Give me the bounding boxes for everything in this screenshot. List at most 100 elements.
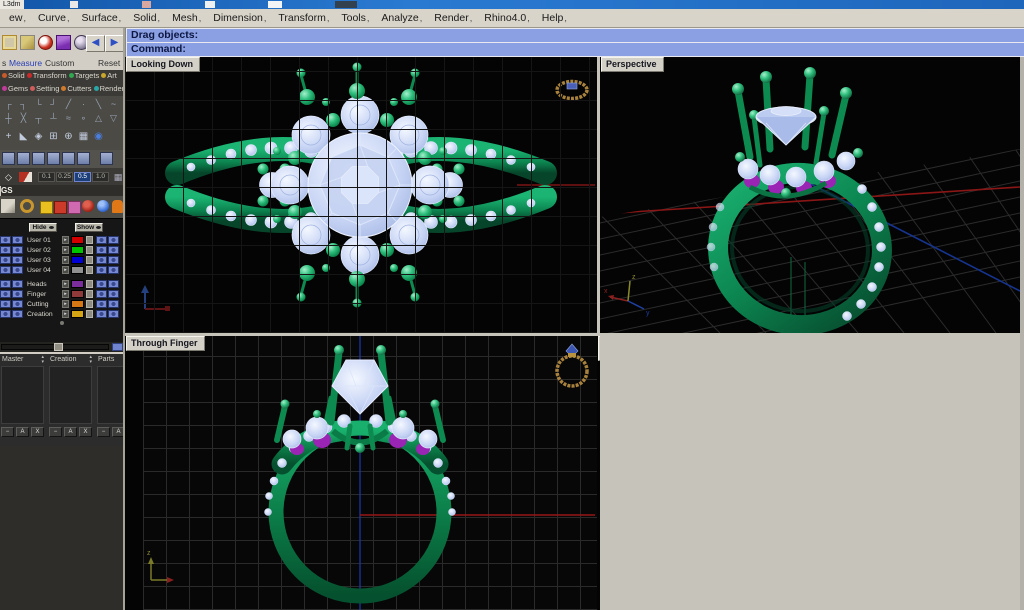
command-prompt[interactable]: Command: [127, 43, 1024, 56]
nudge-value-01[interactable]: 0.1 [38, 172, 55, 182]
viewport-tab-looking-down[interactable]: Looking Down [126, 57, 200, 72]
layer-expand-button[interactable]: ▸ [62, 236, 69, 244]
shelf-cutters[interactable]: Cutters [61, 84, 91, 93]
tool-icon[interactable]: · [77, 98, 90, 111]
tool-icon[interactable]: ┌ [2, 98, 15, 111]
menu-view[interactable]: ew [3, 12, 32, 24]
layer-toggle-button[interactable] [0, 290, 11, 298]
layer-lock-button[interactable] [86, 300, 93, 308]
gold-ring-tool-icon[interactable] [20, 199, 34, 213]
layer-row-user04[interactable]: User 04▸ [0, 266, 125, 275]
layer-color-swatch[interactable] [71, 246, 84, 254]
layer-toggle-button[interactable] [96, 300, 107, 308]
nudge-value-025[interactable]: 0.25 [56, 172, 73, 182]
tool-icon[interactable]: ╳ [17, 112, 30, 125]
layer-toggle-button[interactable] [0, 236, 11, 244]
layer-toggle-button[interactable] [0, 256, 11, 264]
globe-icon[interactable]: ◉ [92, 130, 105, 143]
layer-toggle-button[interactable] [96, 310, 107, 318]
shelf-solid[interactable]: Solid [2, 71, 25, 80]
forward-arrow-button[interactable]: ▶ [105, 35, 124, 52]
panel-list-box[interactable] [97, 366, 125, 424]
layer-lock-button[interactable] [86, 236, 93, 244]
tool-icon[interactable]: ┼ [2, 112, 15, 125]
gear-icon[interactable] [82, 200, 94, 212]
panel-minus-button[interactable]: − [49, 427, 62, 437]
menu-solid[interactable]: Solid [127, 12, 166, 24]
panel-x-button[interactable]: X [79, 427, 92, 437]
blue-sphere-icon[interactable] [97, 200, 109, 212]
figure-icon[interactable] [112, 200, 123, 213]
layer-toggle-button[interactable] [0, 310, 11, 318]
tab-fragment[interactable]: s [2, 58, 6, 68]
menu-analyze[interactable]: Analyze [375, 12, 428, 24]
tool-icon[interactable]: ╲ [92, 98, 105, 111]
layer-expand-button[interactable]: ▸ [62, 300, 69, 308]
window-tool-icon[interactable]: ⊞ [47, 130, 60, 143]
layer-row-user02[interactable]: User 02▸ [0, 246, 125, 255]
tool-icon[interactable]: ≈ [62, 112, 75, 125]
layer-toggle-button[interactable] [12, 256, 23, 264]
red-sphere-icon[interactable] [38, 35, 53, 50]
layer-color-swatch[interactable] [71, 236, 84, 244]
tool-icon[interactable]: ┘ [47, 98, 60, 111]
layer-toggle-button[interactable] [12, 236, 23, 244]
tab-measure[interactable]: Measure [9, 58, 42, 68]
menu-curve[interactable]: Curve [32, 12, 76, 24]
layer-expand-button[interactable]: ▸ [62, 310, 69, 318]
layer-color-swatch[interactable] [71, 310, 84, 318]
layer-toggle-button[interactable] [108, 300, 119, 308]
snap-button[interactable] [62, 152, 75, 165]
tool-icon[interactable]: ╱ [62, 98, 75, 111]
menu-mesh[interactable]: Mesh [166, 12, 207, 24]
tool-icon[interactable]: ┴ [47, 112, 60, 125]
purple-cube-icon[interactable] [56, 35, 71, 50]
panel-a-button[interactable]: A [16, 427, 29, 437]
layer-toggle-button[interactable] [12, 280, 23, 288]
layer-toggle-button[interactable] [12, 310, 23, 318]
menu-help[interactable]: Help [536, 12, 573, 24]
layer-toggle-button[interactable] [12, 246, 23, 254]
mirror-tool-icon[interactable]: ⊕ [62, 130, 75, 143]
viewport-perspective[interactable]: x y z Perspective [600, 57, 1020, 333]
red-tool-icon[interactable] [54, 201, 67, 214]
layer-lock-button[interactable] [86, 266, 93, 274]
yellow-tool-icon[interactable] [40, 201, 53, 214]
layer-lock-button[interactable] [86, 290, 93, 298]
layer-toggle-button[interactable] [96, 290, 107, 298]
layer-color-swatch[interactable] [71, 280, 84, 288]
menu-dimension[interactable]: Dimension [207, 12, 272, 24]
tool-icon[interactable]: ┐ [17, 98, 30, 111]
tab-custom[interactable]: Custom [45, 58, 74, 68]
shelf-art[interactable]: Art [101, 71, 117, 80]
hide-button[interactable]: Hide [29, 223, 57, 232]
menu-render[interactable]: Render [428, 12, 478, 24]
layer-color-swatch[interactable] [71, 300, 84, 308]
layer-expand-button[interactable]: ▸ [62, 256, 69, 264]
layer-toggle-button[interactable] [96, 266, 107, 274]
layer-toggle-button[interactable] [12, 300, 23, 308]
layer-color-swatch[interactable] [71, 266, 84, 274]
tool-icon[interactable]: ▽ [107, 112, 120, 125]
viewport-side-view[interactable]: z Side View [597, 336, 600, 610]
menu-rhino40[interactable]: Rhino4.0 [478, 12, 536, 24]
panel-spinner[interactable]: ▴▾ [41, 355, 44, 365]
viewport-looking-down[interactable]: Looking Down [125, 57, 597, 333]
ring-preview-icon[interactable] [557, 344, 587, 386]
snap-button[interactable] [77, 152, 90, 165]
layer-toggle-button[interactable] [0, 300, 11, 308]
layer-color-swatch[interactable] [71, 290, 84, 298]
panel-list-box[interactable] [49, 366, 92, 424]
shelf-setting[interactable]: Setting [30, 84, 59, 93]
layer-expand-button[interactable]: ▸ [62, 266, 69, 274]
tool-icon[interactable]: △ [92, 112, 105, 125]
layer-row-user01[interactable]: User 01▸ [0, 236, 125, 245]
menu-transform[interactable]: Transform [272, 12, 335, 24]
shelf-transform[interactable]: Transform [27, 71, 67, 80]
layer-toggle-button[interactable] [108, 280, 119, 288]
slider-handle[interactable] [54, 343, 63, 351]
layer-row-user03[interactable]: User 03▸ [0, 256, 125, 265]
layer-toggle-button[interactable] [108, 290, 119, 298]
layer-toggle-button[interactable] [96, 236, 107, 244]
layer-lock-button[interactable] [86, 256, 93, 264]
